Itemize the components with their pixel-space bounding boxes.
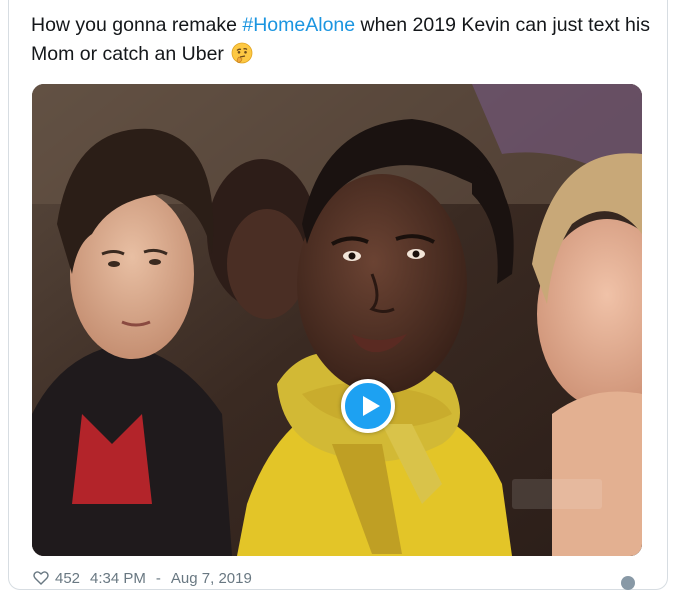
thinking-face-icon (231, 42, 253, 64)
tweet-footer: 452 4:34 PM - Aug 7, 2019 (33, 566, 653, 590)
video-frame (32, 84, 642, 556)
info-icon[interactable] (621, 576, 635, 590)
tweet-text-start: How you gonna remake (31, 14, 243, 36)
footer-separator: - (155, 569, 161, 587)
video-thumbnail[interactable] (32, 84, 642, 556)
tweet-date[interactable]: Aug 7, 2019 (171, 570, 252, 587)
hashtag-link[interactable]: #HomeAlone (242, 14, 355, 36)
like-count[interactable]: 452 (55, 570, 80, 587)
tweet-time[interactable]: 4:34 PM (90, 570, 146, 587)
heart-icon[interactable] (33, 570, 49, 586)
tweet-text: How you gonna remake #HomeAlone when 201… (31, 11, 651, 69)
play-icon (363, 396, 380, 416)
play-button[interactable] (341, 379, 395, 433)
